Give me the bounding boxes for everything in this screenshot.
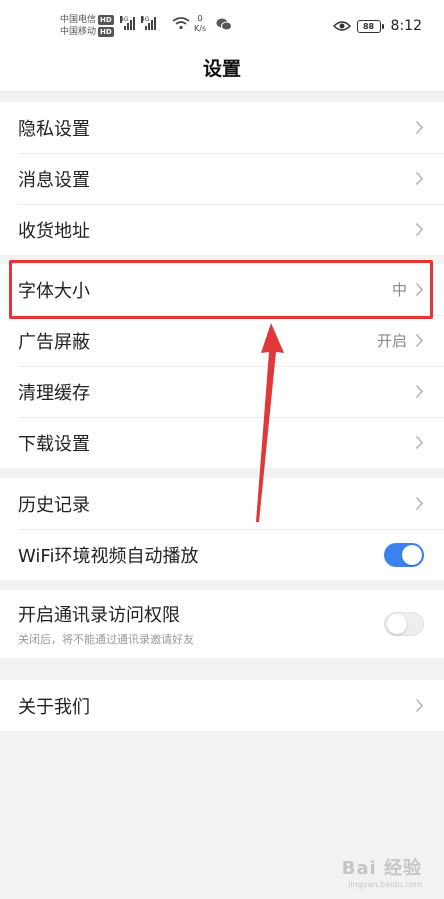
row-label: 下载设置 xyxy=(18,433,90,455)
settings-row-about[interactable]: 关于我们 xyxy=(0,680,444,731)
chevron-right-icon xyxy=(415,222,424,237)
settings-row-download[interactable]: 下载设置 xyxy=(0,417,444,468)
toggle-knob xyxy=(387,614,407,634)
settings-row-address[interactable]: 收货地址 xyxy=(0,204,444,255)
settings-group-account: 隐私设置 消息设置 收货地址 xyxy=(0,102,444,255)
row-label: 隐私设置 xyxy=(18,118,90,140)
watermark-url: jingyan.baidu.com xyxy=(348,880,422,889)
settings-group-media: 历史记录 WiFi环境视频自动播放 xyxy=(0,478,444,580)
battery-icon: 88 xyxy=(356,19,384,33)
settings-row-ad-block[interactable]: 广告屏蔽 开启 xyxy=(0,315,444,366)
row-label: 广告屏蔽 xyxy=(18,331,90,353)
hd-badge: HD xyxy=(98,27,114,37)
row-label: WiFi环境视频自动播放 xyxy=(18,545,199,567)
row-label: 开启通讯录访问权限 xyxy=(18,605,180,626)
toggle-knob xyxy=(402,544,422,565)
settings-row-font-size[interactable]: 字体大小 中 xyxy=(0,264,444,315)
settings-row-history[interactable]: 历史记录 xyxy=(0,478,444,529)
row-label: 字体大小 xyxy=(18,280,90,302)
status-bar: 中国电信 HD 中国移动 HD 4G 4G 0 K/s 88 8:12 xyxy=(0,0,444,44)
hd-badge: HD xyxy=(98,15,114,25)
row-label: 历史记录 xyxy=(18,494,90,516)
row-value: 中 xyxy=(391,281,407,299)
settings-group-about: 关于我们 xyxy=(0,680,444,731)
chevron-right-icon xyxy=(415,698,424,713)
watermark: Bai 经验 jingyan.baidu.com xyxy=(342,854,422,889)
carrier-1: 中国电信 xyxy=(60,15,97,25)
chevron-right-icon xyxy=(415,120,424,135)
contacts-permission-toggle[interactable] xyxy=(384,612,424,636)
signal-icon: 4G xyxy=(141,16,156,30)
signal-icon: 4G xyxy=(120,16,135,30)
chevron-right-icon xyxy=(415,282,424,297)
row-value: 开启 xyxy=(376,332,407,350)
settings-row-contacts-permission: 开启通讯录访问权限 关闭后，将不能通过通讯录邀请好友 xyxy=(0,590,444,658)
settings-group-general: 字体大小 中 广告屏蔽 开启 清理缓存 下载设置 xyxy=(0,264,444,468)
page-title: 设置 xyxy=(202,58,241,80)
wifi-autoplay-toggle[interactable] xyxy=(384,542,424,567)
row-label: 清理缓存 xyxy=(18,382,90,404)
wifi-icon xyxy=(172,17,190,30)
settings-row-clear-cache[interactable]: 清理缓存 xyxy=(0,366,444,417)
chevron-right-icon xyxy=(415,333,424,348)
row-label: 收货地址 xyxy=(18,220,90,242)
settings-group-contacts: 开启通讯录访问权限 关闭后，将不能通过通讯录邀请好友 xyxy=(0,590,444,658)
chevron-right-icon xyxy=(415,384,424,399)
settings-row-wifi-autoplay: WiFi环境视频自动播放 xyxy=(0,529,444,580)
eye-icon xyxy=(332,21,351,31)
carrier-info: 中国电信 HD 中国移动 HD xyxy=(60,14,114,38)
clock: 8:12 xyxy=(390,18,422,34)
carrier-2: 中国移动 xyxy=(60,27,97,37)
wechat-icon xyxy=(216,18,232,31)
chevron-right-icon xyxy=(415,496,424,511)
settings-row-privacy[interactable]: 隐私设置 xyxy=(0,102,444,153)
chevron-right-icon xyxy=(415,435,424,450)
watermark-logo: Bai 经验 xyxy=(341,858,422,879)
row-sublabel: 关闭后，将不能通过通讯录邀请好友 xyxy=(18,633,194,646)
signal-icons: 4G 4G xyxy=(120,16,156,30)
row-label: 消息设置 xyxy=(18,169,90,191)
chevron-right-icon xyxy=(415,171,424,186)
network-speed: 0 K/s xyxy=(194,14,207,33)
settings-row-messages[interactable]: 消息设置 xyxy=(0,153,444,204)
nav-bar: 设置 xyxy=(0,44,444,92)
row-label: 关于我们 xyxy=(18,696,90,718)
